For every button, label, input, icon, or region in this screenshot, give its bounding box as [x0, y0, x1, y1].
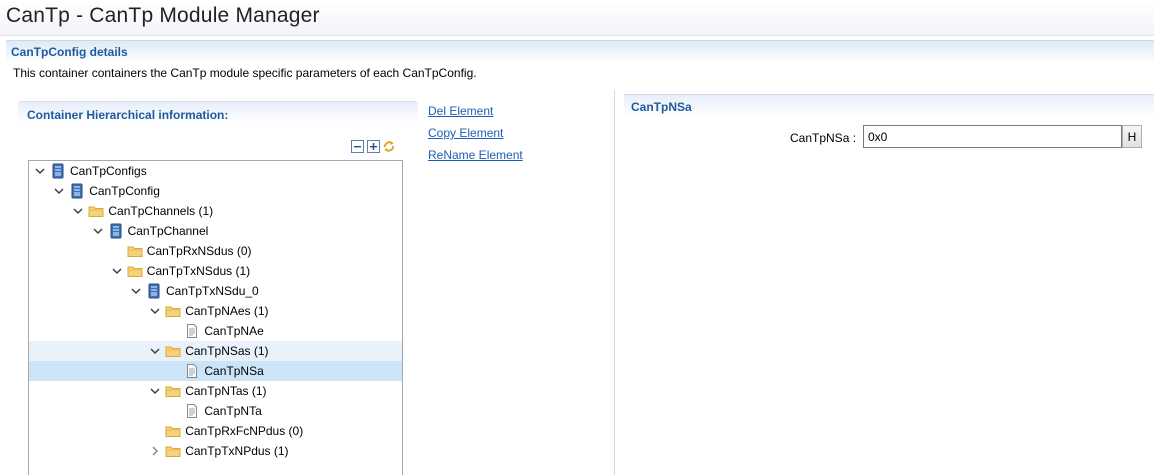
tree-item-label: CanTpConfig [89, 184, 160, 198]
tree-item-label: CanTpNTas (1) [185, 384, 267, 398]
chevron-down-icon[interactable] [147, 303, 163, 319]
tree-item-label: CanTpNSa [204, 364, 264, 378]
tree-item[interactable]: CanTpNAes (1) [29, 301, 402, 321]
tree-item[interactable]: CanTpNSas (1) [29, 341, 402, 361]
chevron-down-icon[interactable] [128, 283, 144, 299]
tree-item-label: CanTpNAes (1) [185, 304, 269, 318]
tree-item[interactable]: CanTpNSa [29, 361, 402, 381]
panel-divider[interactable] [614, 90, 615, 475]
cantpnsa-label: CanTpNSa : [790, 131, 857, 145]
tree-item[interactable]: CanTpRxNSdus (0) [29, 241, 402, 261]
section-title: CanTpConfig details [11, 45, 128, 59]
tree-item-label: CanTpChannels (1) [108, 204, 214, 218]
module-icon [50, 163, 66, 179]
hex-button[interactable]: H [1122, 125, 1142, 148]
folder-icon [165, 383, 181, 399]
chevron-down-icon[interactable] [51, 183, 67, 199]
tree-item-label: CanTpChannel [127, 224, 209, 238]
module-icon [108, 223, 124, 239]
tree-item-label: CanTpNTa [204, 404, 262, 418]
folder-icon [127, 243, 143, 259]
folder-icon [127, 263, 143, 279]
chevron-down-icon[interactable] [90, 223, 106, 239]
folder-icon [165, 423, 181, 439]
tree-item[interactable]: CanTpTxNPdus (1) [29, 441, 402, 461]
parameter-title: CanTpNSa [631, 100, 692, 114]
section-description: This container containers the CanTp modu… [13, 66, 477, 80]
expand-all-icon[interactable] [366, 139, 380, 153]
section-header: CanTpConfig details [6, 40, 1154, 63]
container-tree[interactable]: CanTpConfigs CanTpConfig CanTpChannels (1)… [28, 160, 403, 475]
tree-item[interactable]: CanTpChannel [29, 221, 402, 241]
chevron-down-icon[interactable] [32, 163, 48, 179]
folder-icon [165, 343, 181, 359]
tree-item-label: CanTpNAe [204, 324, 264, 338]
folder-icon [88, 203, 104, 219]
chevron-down-icon[interactable] [70, 203, 86, 219]
copy-element-link[interactable]: Copy Element [428, 126, 503, 140]
file-icon [184, 323, 200, 339]
tree-item-label: CanTpRxFcNPdus (0) [185, 424, 304, 438]
tree-item[interactable]: CanTpConfigs [29, 161, 402, 181]
tree-item[interactable]: CanTpRxFcNPdus (0) [29, 421, 402, 441]
rename-element-link[interactable]: ReName Element [428, 148, 523, 162]
tree-item-label: CanTpTxNSdus (1) [146, 264, 251, 278]
tree-item-label: CanTpRxNSdus (0) [146, 244, 252, 258]
window-title: CanTp - CanTp Module Manager [6, 4, 320, 27]
tree-item[interactable]: CanTpTxNSdus (1) [29, 261, 402, 281]
del-element-link[interactable]: Del Element [428, 104, 493, 118]
tree-item[interactable]: CanTpNTa [29, 401, 402, 421]
file-icon [184, 363, 200, 379]
chevron-right-icon[interactable] [147, 443, 163, 459]
chevron-down-icon[interactable] [147, 383, 163, 399]
module-icon [69, 183, 85, 199]
module-icon [146, 283, 162, 299]
tree-item[interactable]: CanTpNTas (1) [29, 381, 402, 401]
tree-item-label: CanTpNSas (1) [185, 344, 269, 358]
hierarchy-title: Container Hierarchical information: [27, 108, 229, 122]
tree-item[interactable]: CanTpTxNSdu_0 [29, 281, 402, 301]
chevron-down-icon[interactable] [109, 263, 125, 279]
tree-item-label: CanTpConfigs [70, 164, 147, 178]
folder-icon [165, 443, 181, 459]
tree-item[interactable]: CanTpConfig [29, 181, 402, 201]
tree-item-label: CanTpTxNSdu_0 [166, 284, 259, 298]
title-bar: CanTp - CanTp Module Manager [0, 0, 1154, 36]
chevron-down-icon[interactable] [147, 343, 163, 359]
tree-item[interactable]: CanTpChannels (1) [29, 201, 402, 221]
parameter-header: CanTpNSa [624, 94, 1154, 116]
refresh-icon[interactable] [382, 139, 396, 153]
file-icon [184, 403, 200, 419]
cantpnsa-input[interactable] [863, 125, 1122, 148]
folder-icon [165, 303, 181, 319]
tree-item-label: CanTpTxNPdus (1) [185, 444, 289, 458]
hierarchy-header: Container Hierarchical information: [18, 101, 418, 123]
tree-toolbar [350, 139, 396, 155]
tree-item[interactable]: CanTpNAe [29, 321, 402, 341]
collapse-all-icon[interactable] [350, 139, 364, 153]
